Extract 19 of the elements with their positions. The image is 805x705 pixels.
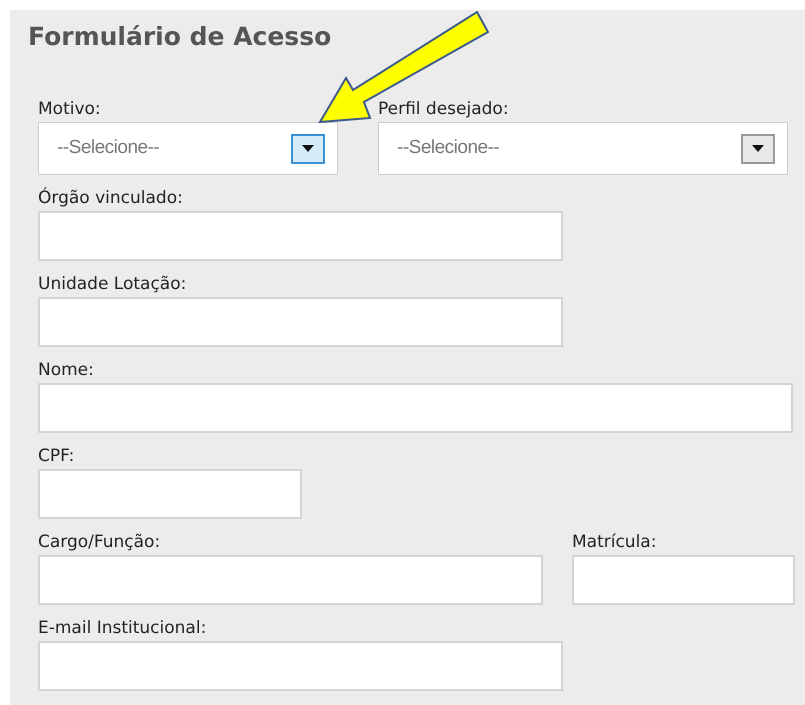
input-field[interactable] [572, 555, 795, 605]
input-field[interactable] [38, 383, 793, 433]
form-title: Formulário de Acesso [28, 21, 332, 53]
input-field[interactable] [38, 297, 563, 347]
field-label: Nome: [38, 359, 94, 381]
input-field[interactable] [38, 555, 543, 605]
field-label: Motivo: [37, 98, 101, 120]
input-field[interactable] [38, 469, 302, 519]
field-label: Unidade Lotação: [38, 273, 186, 295]
input-field[interactable] [38, 641, 563, 691]
field-label: Perfil desejado: [377, 98, 509, 120]
select-dropdown[interactable]: --Selecione-- [38, 122, 338, 175]
field-label: E-mail Institucional: [38, 617, 206, 639]
field-label: Cargo/Função: [38, 531, 160, 553]
field-label: Matrícula: [572, 531, 656, 553]
field-label: Órgão vinculado: [38, 187, 183, 209]
select-dropdown[interactable]: --Selecione-- [378, 122, 788, 175]
field-label: CPF: [38, 445, 74, 467]
input-field[interactable] [38, 211, 563, 261]
